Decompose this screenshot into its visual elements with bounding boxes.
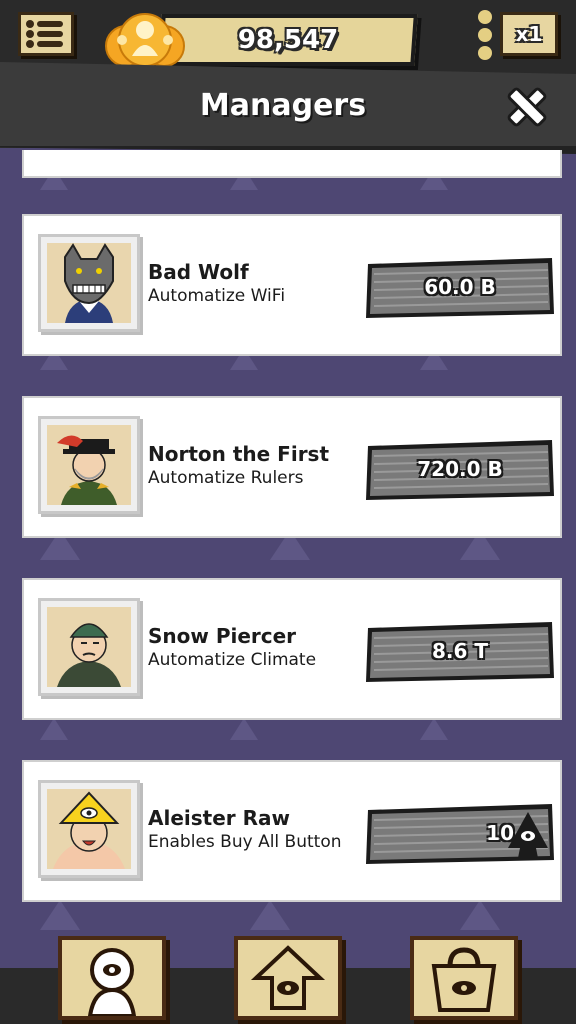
hire-price: 60.0 B: [424, 275, 496, 299]
manager-card-snow-piercer[interactable]: Snow Piercer Automatize Climate 8.6 T: [22, 578, 562, 720]
managers-nav-button[interactable]: [58, 936, 166, 1020]
managers-list[interactable]: Bad Wolf Automatize WiFi 60.0 B Norton t…: [0, 150, 576, 930]
illuminati-portrait-icon: [47, 789, 131, 869]
hire-button[interactable]: 720.0 B: [364, 440, 556, 502]
multiplier-button[interactable]: x1: [500, 12, 558, 56]
page-title: Managers: [199, 88, 367, 123]
avatar: [38, 416, 140, 514]
hire-button[interactable]: 60.0 B: [364, 258, 556, 320]
illuminati-token-icon: [508, 812, 548, 858]
manager-description: Automatize WiFi: [148, 286, 286, 306]
soldier-portrait-icon: [47, 607, 131, 687]
hire-price: 8.6 T: [431, 639, 489, 663]
manager-name: Aleister Raw: [148, 806, 290, 830]
manager-name: Snow Piercer: [148, 624, 297, 648]
managers-icon: [87, 948, 137, 1016]
currency-amount: 98,547: [237, 25, 339, 55]
hire-button[interactable]: 10: [364, 804, 556, 866]
shop-icon: [431, 947, 497, 1012]
manager-name: Bad Wolf: [148, 260, 249, 284]
manager-description: Automatize Climate: [148, 650, 317, 670]
avatar: [38, 234, 140, 332]
manager-card-aleister-raw[interactable]: Aleister Raw Enables Buy All Button 10: [22, 760, 562, 902]
wolf-portrait-icon: [47, 243, 131, 323]
list-menu-icon: [26, 20, 63, 48]
manager-card-bad-wolf[interactable]: Bad Wolf Automatize WiFi 60.0 B: [22, 214, 562, 356]
emperor-portrait-icon: [47, 425, 131, 505]
avatar: [38, 780, 140, 878]
manager-card-norton-the-first[interactable]: Norton the First Automatize Rulers 720.0…: [22, 396, 562, 538]
list-item[interactable]: [22, 150, 562, 178]
hire-price: 10: [486, 821, 514, 845]
manager-description: Automatize Rulers: [148, 468, 304, 488]
manager-description: Enables Buy All Button: [148, 832, 342, 852]
menu-button[interactable]: [18, 12, 74, 56]
hire-price: 720.0 B: [417, 457, 503, 481]
avatar: [38, 598, 140, 696]
multiplier-label: x1: [515, 22, 543, 46]
upgrades-nav-button[interactable]: [234, 936, 342, 1020]
hire-button[interactable]: 8.6 T: [364, 622, 556, 684]
close-icon[interactable]: [502, 82, 552, 132]
upgrades-icon: [250, 945, 326, 1010]
manager-name: Norton the First: [148, 442, 330, 466]
more-options-dots[interactable]: [478, 10, 494, 60]
shop-nav-button[interactable]: [410, 936, 518, 1020]
